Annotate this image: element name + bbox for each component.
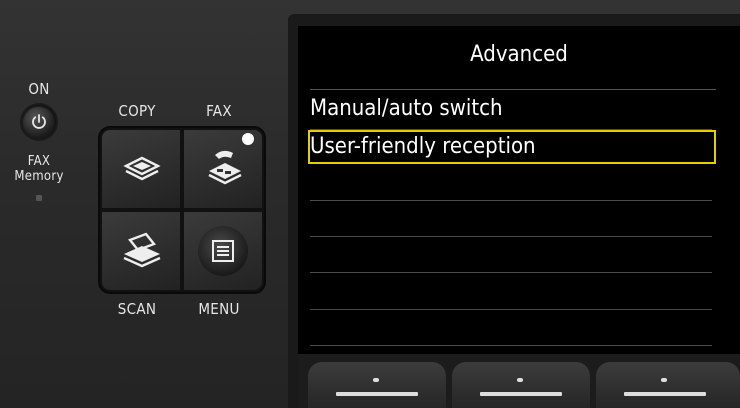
screen-title: Advanced (470, 42, 568, 67)
row-divider (310, 200, 712, 201)
title-divider (310, 89, 716, 90)
left-function-key[interactable] (308, 362, 446, 408)
fax-memory-lamp (36, 195, 42, 201)
row-divider (310, 345, 712, 346)
menu-list-icon (212, 240, 234, 262)
fax-icon (208, 150, 242, 185)
power-icon (32, 114, 46, 129)
on-label: ON (28, 80, 50, 98)
right-function-key[interactable] (596, 362, 740, 408)
center-function-key[interactable] (452, 362, 590, 408)
key-bar (480, 392, 562, 396)
key-dot (373, 378, 379, 382)
row-divider (310, 309, 712, 310)
menu-item-manual-auto-switch[interactable]: Manual/auto switch (308, 92, 716, 126)
lcd-screen: Advanced Manual/auto switch User-friendl… (298, 26, 740, 408)
key-bar (624, 392, 706, 396)
power-button[interactable] (22, 105, 56, 139)
scan-button[interactable] (102, 212, 180, 290)
fax-indicator-lamp (242, 133, 254, 145)
scan-label: SCAN (117, 300, 157, 318)
printer-operation-panel: ON FAX Memory COPY FAX SCAN MENU Advance… (0, 0, 740, 408)
fax-memory-label: FAX Memory (14, 154, 64, 184)
row-divider (310, 272, 712, 273)
menu-item-user-friendly-reception[interactable]: User-friendly reception (308, 130, 716, 164)
row-divider (310, 236, 712, 237)
mode-button-cluster (100, 128, 264, 292)
fax-label: FAX (206, 102, 232, 120)
menu-label: MENU (198, 300, 240, 318)
key-dot (517, 378, 523, 382)
copy-button[interactable] (102, 130, 180, 208)
copy-icon (123, 156, 161, 181)
copy-label: COPY (118, 102, 156, 120)
key-dot (661, 378, 667, 382)
key-bar (336, 392, 418, 396)
scan-icon (123, 232, 161, 268)
function-key-row (298, 354, 740, 408)
menu-button[interactable] (184, 212, 262, 290)
menu-button-orb (198, 226, 248, 276)
